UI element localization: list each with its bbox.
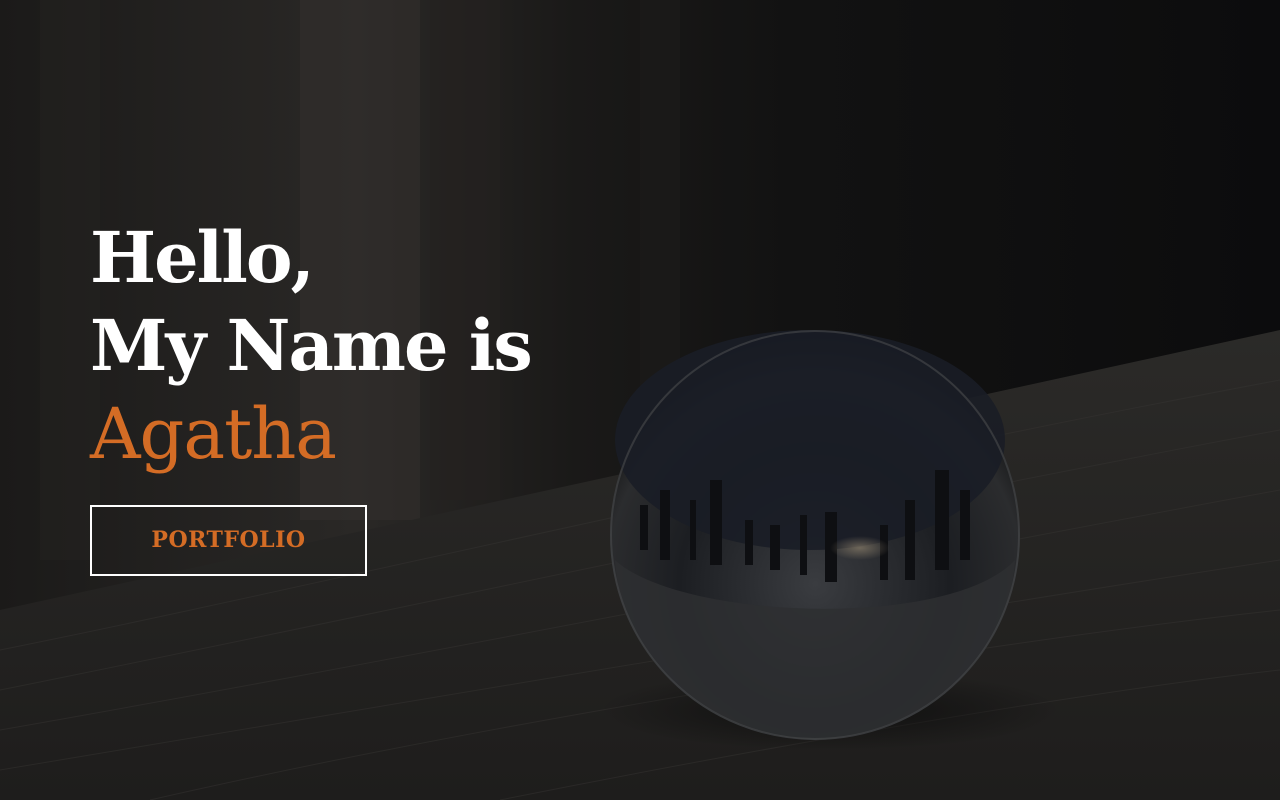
intro-text: My Name is xyxy=(90,304,533,387)
portfolio-button-label: PORTFOLIO xyxy=(151,526,306,553)
hero-heading: Hello, My Name is Agatha xyxy=(90,214,690,478)
name-text: Agatha xyxy=(90,393,337,475)
hero-section: Hello, My Name is Agatha PORTFOLIO xyxy=(0,0,1280,800)
greeting-text: Hello, xyxy=(90,216,315,299)
portfolio-button[interactable]: PORTFOLIO xyxy=(90,505,367,576)
hero-content: Hello, My Name is Agatha PORTFOLIO xyxy=(90,214,690,576)
